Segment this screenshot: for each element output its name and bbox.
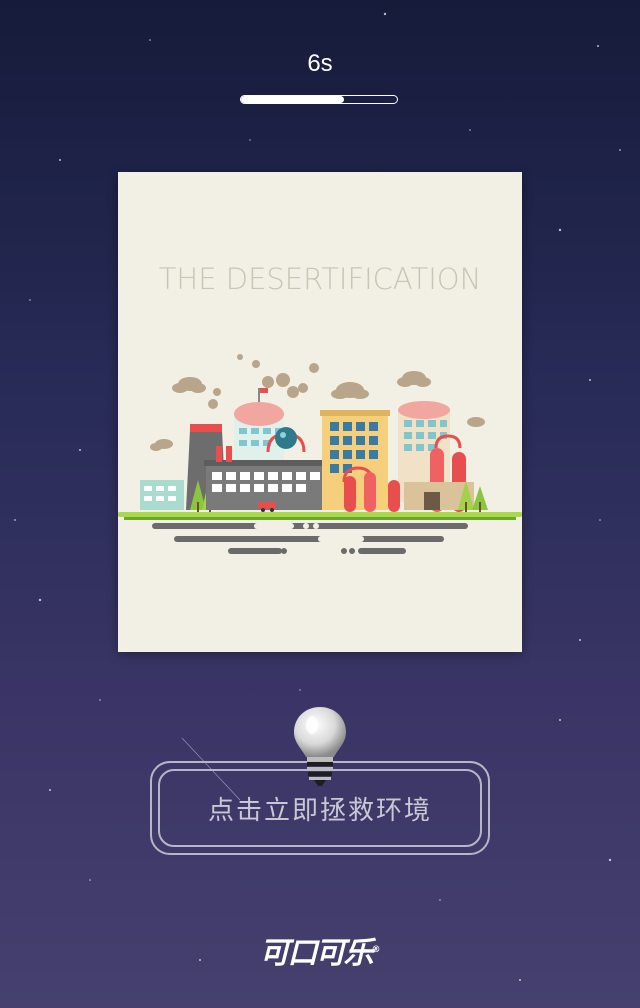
factory-city-illustration [118,354,522,554]
progress-bar-fill [241,96,344,103]
lightbulb-icon [294,707,346,786]
registered-mark: ® [371,945,381,955]
countdown-progress-bar [240,95,398,104]
countdown-timer: 6s [307,50,333,77]
illustration-card: THE DESERTIFICATION [118,172,522,652]
save-environment-cta[interactable]: 点击立即拯救环境 [150,705,490,860]
brand-logo: 可口可乐® [0,928,640,972]
brand-logo-text: 可口可乐 [259,936,374,971]
card-title: THE DESERTIFICATION [158,262,482,296]
save-environment-label: 点击立即拯救环境 [207,795,432,826]
